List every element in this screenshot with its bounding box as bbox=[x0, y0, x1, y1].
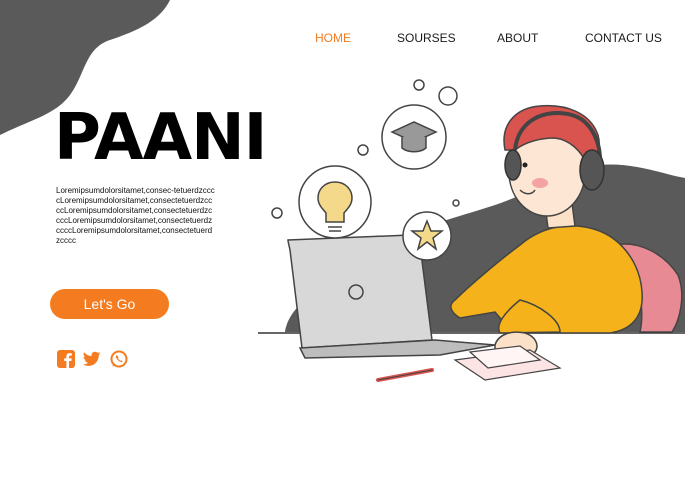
student-laptop-illustration bbox=[258, 79, 685, 382]
